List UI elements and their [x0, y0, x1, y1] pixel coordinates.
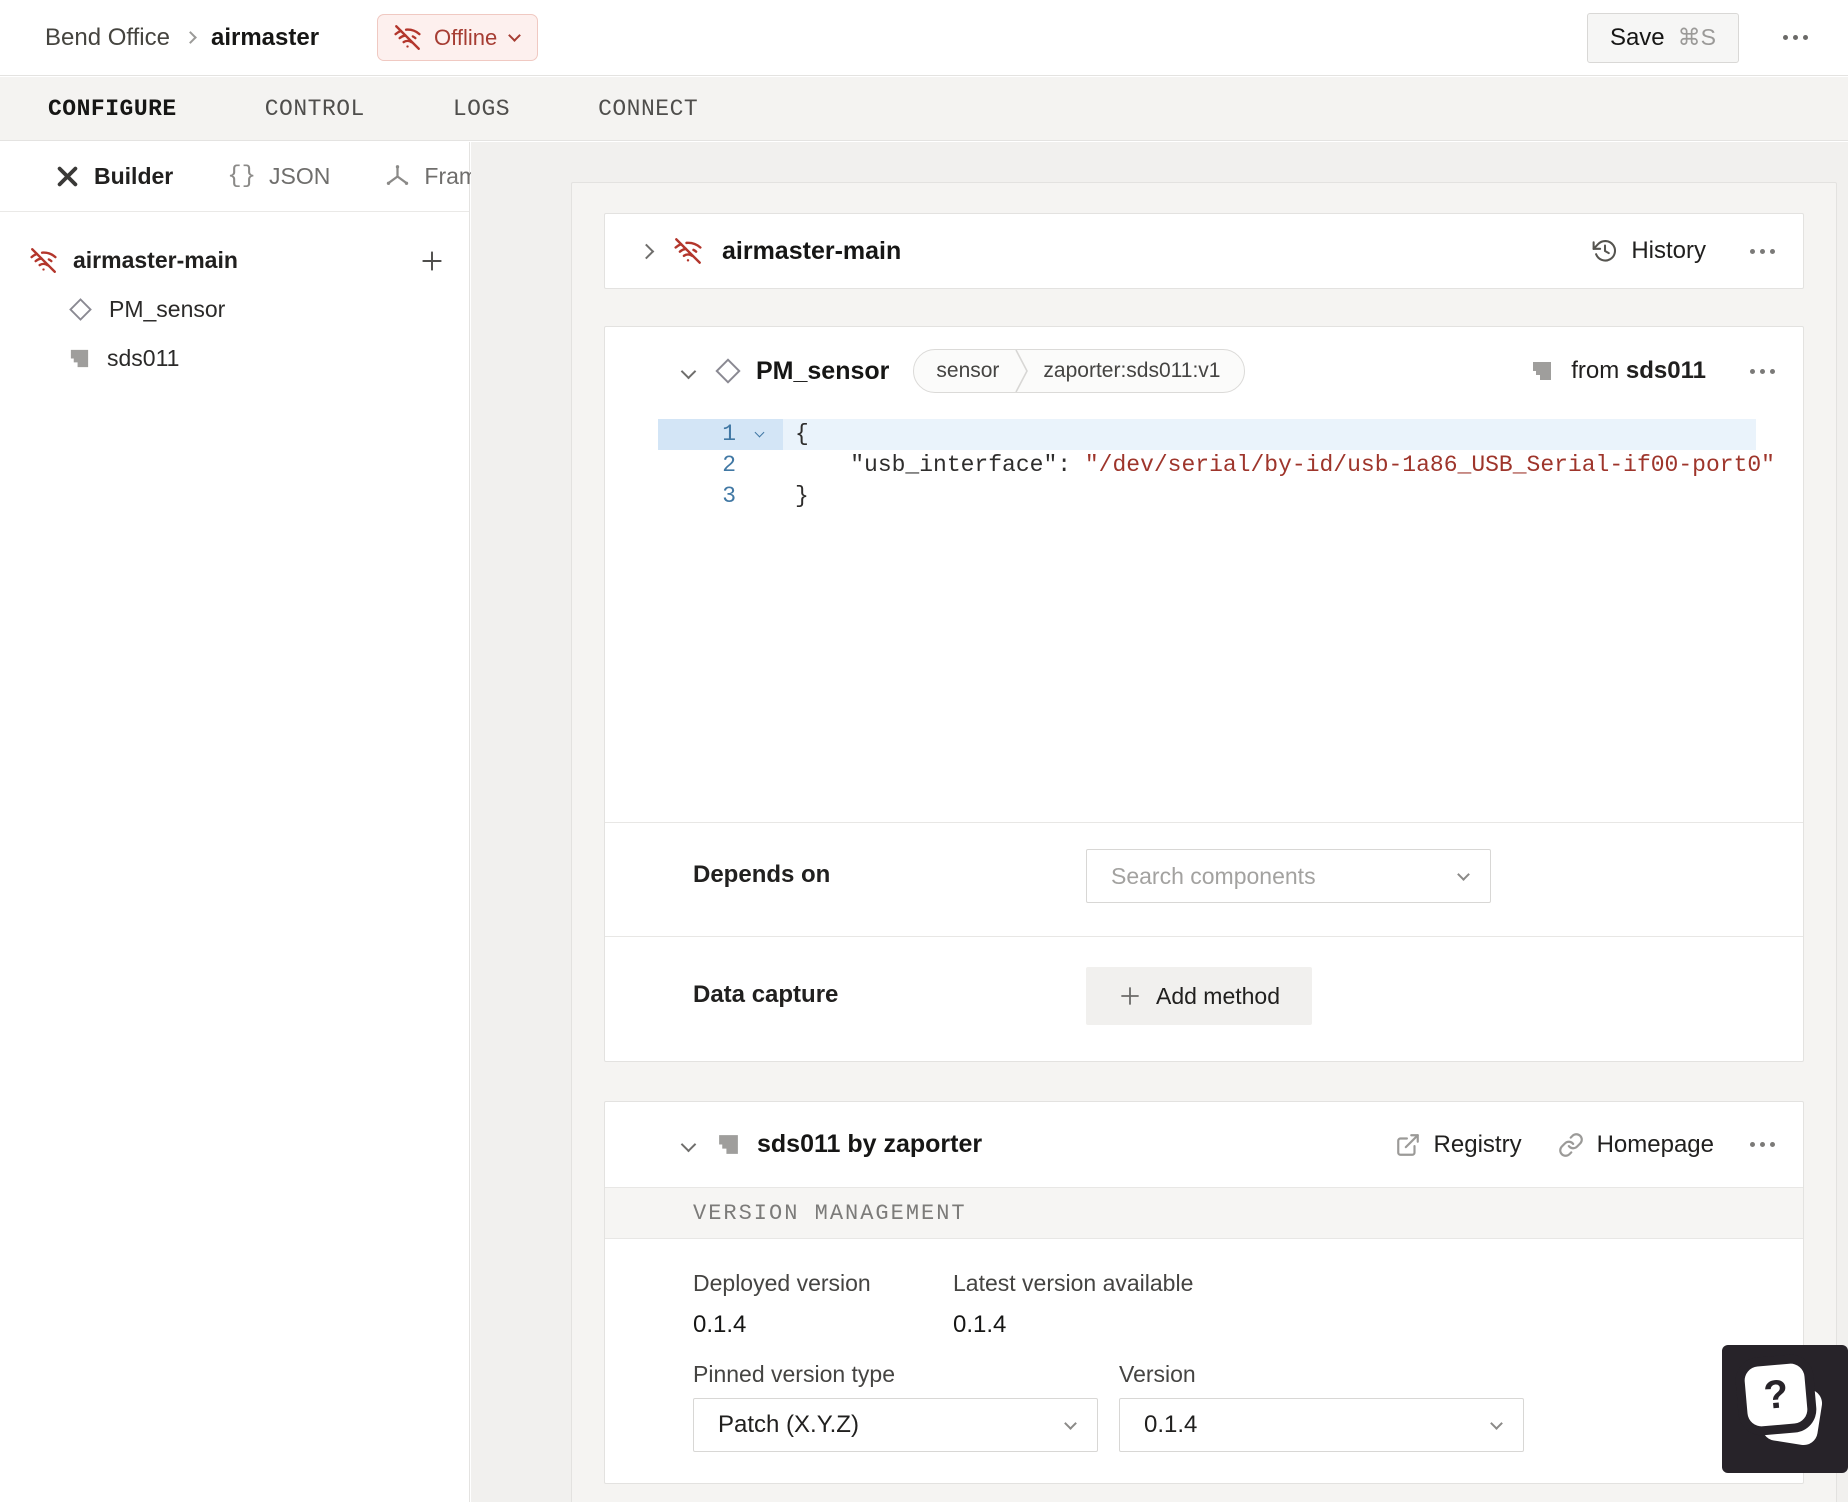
breadcrumb-separator-icon	[184, 29, 197, 47]
add-method-button[interactable]: Add method	[1086, 967, 1312, 1025]
code-line: 2 "usb_interface": "/dev/serial/by-id/us…	[658, 450, 1775, 481]
plus-icon	[1118, 984, 1142, 1008]
module-icon	[1530, 359, 1554, 383]
module-icon	[68, 347, 91, 370]
braces-icon: {}	[227, 163, 257, 190]
app-header: Bend Office airmaster Offline Save ⌘S	[0, 0, 1848, 76]
wifi-off-icon	[674, 237, 702, 265]
external-link-icon	[1395, 1132, 1421, 1158]
attributes-code-editor[interactable]: 1 { 2 "usb_interface": "/dev/serial/by-i…	[658, 419, 1775, 811]
tab-control[interactable]: CONTROL	[265, 96, 365, 122]
module-menu-button[interactable]	[1750, 1142, 1775, 1147]
module-icon	[716, 1132, 741, 1157]
component-diamond-icon	[68, 297, 93, 322]
view-builder[interactable]: Builder	[54, 163, 173, 190]
registry-link[interactable]: Registry	[1395, 1131, 1522, 1159]
module-title: sds011 by zaporter	[757, 1130, 983, 1158]
chevron-down-icon	[1490, 1416, 1503, 1430]
deployed-version-label: Deployed version	[693, 1270, 871, 1296]
tab-connect[interactable]: CONNECT	[598, 96, 698, 122]
component-diamond-icon	[714, 357, 742, 385]
badge-divider-icon	[1015, 350, 1029, 392]
chevron-down-icon	[508, 29, 522, 42]
depends-on-select[interactable]: Search components	[1086, 849, 1491, 903]
main-tab-bar: CONFIGURE CONTROL LOGS CONNECT	[0, 77, 1848, 141]
help-button[interactable]: ?	[1722, 1345, 1848, 1473]
line-number: 3	[722, 483, 736, 509]
machine-status-dropdown[interactable]: Offline	[377, 14, 539, 61]
chevron-down-icon	[1457, 867, 1470, 881]
depends-on-placeholder: Search components	[1111, 862, 1316, 889]
breadcrumb-location[interactable]: Bend Office	[45, 24, 170, 52]
part-menu-button[interactable]	[1750, 248, 1775, 254]
wifi-off-icon	[394, 24, 421, 51]
chevron-down-icon	[1064, 1416, 1077, 1430]
tab-configure[interactable]: CONFIGURE	[48, 96, 177, 122]
part-title: airmaster-main	[722, 236, 902, 265]
pinned-version-type-select[interactable]: Patch (X.Y.Z)	[693, 1398, 1098, 1452]
frame-axes-icon	[384, 163, 411, 190]
tree-item-airmaster-main[interactable]: airmaster-main	[0, 236, 469, 285]
collapse-chevron-icon[interactable]	[680, 363, 697, 379]
history-icon	[1592, 238, 1618, 264]
history-button[interactable]: History	[1592, 237, 1706, 265]
main-panel: airmaster-main History PM_sensor sensor …	[471, 142, 1848, 1502]
part-container: airmaster-main History PM_sensor sensor …	[571, 182, 1837, 1502]
config-sidebar: Builder {} JSON Frame airmaster-main PM_…	[0, 142, 491, 1502]
version-label: Version	[1119, 1361, 1196, 1387]
wifi-off-icon	[30, 247, 57, 274]
collapse-chevron-icon[interactable]	[638, 243, 655, 259]
tree-item-pm-sensor[interactable]: PM_sensor	[0, 285, 469, 334]
version-management-header: VERSION MANAGEMENT	[605, 1187, 1803, 1239]
help-question-icon: ?	[1743, 1362, 1809, 1428]
tab-logs[interactable]: LOGS	[453, 96, 510, 122]
view-json[interactable]: {} JSON	[227, 163, 330, 190]
depends-on-label: Depends on	[693, 861, 831, 888]
link-icon	[1558, 1132, 1584, 1158]
fold-chevron-icon[interactable]	[736, 419, 783, 450]
save-shortcut: ⌘S	[1677, 24, 1716, 50]
collapse-chevron-icon[interactable]	[680, 1136, 697, 1153]
data-capture-section: Data capture Add method	[605, 936, 1803, 1063]
component-card-header: PM_sensor sensor zaporter:sds011:v1 from…	[605, 327, 1803, 415]
version-select[interactable]: 0.1.4	[1119, 1398, 1524, 1452]
data-capture-label: Data capture	[693, 981, 839, 1008]
tree-item-sds011[interactable]: sds011	[0, 334, 469, 383]
add-component-button[interactable]	[419, 248, 445, 274]
header-menu-button[interactable]	[1783, 35, 1808, 40]
code-line: 3 }	[658, 481, 1756, 512]
component-type-badge: sensor zaporter:sds011:v1	[913, 349, 1246, 393]
component-menu-button[interactable]	[1750, 368, 1775, 374]
tools-icon	[54, 163, 81, 190]
depends-on-section: Depends on Search components	[605, 822, 1803, 936]
module-card-sds011: sds011 by zaporter Registry Homepage VER…	[604, 1101, 1804, 1484]
pinned-version-type-label: Pinned version type	[693, 1361, 896, 1387]
deployed-version-value: 0.1.4	[693, 1311, 747, 1338]
save-button[interactable]: Save ⌘S	[1586, 12, 1739, 63]
homepage-link[interactable]: Homepage	[1558, 1131, 1714, 1159]
code-line: 1 {	[658, 419, 1756, 450]
latest-version-label: Latest version available	[953, 1270, 1194, 1296]
latest-version-value: 0.1.4	[953, 1311, 1007, 1338]
breadcrumb-machine: airmaster	[210, 23, 320, 51]
status-badge: Offline	[434, 24, 498, 50]
model-badge: zaporter:sds011:v1	[1043, 359, 1221, 382]
from-module-link[interactable]: from sds011	[1530, 357, 1706, 385]
component-title: PM_sensor	[756, 356, 890, 385]
line-number: 2	[722, 452, 736, 478]
part-card-airmaster-main: airmaster-main History	[604, 213, 1804, 289]
machine-tree: airmaster-main PM_sensor sds011	[0, 212, 469, 383]
module-card-header: sds011 by zaporter Registry Homepage	[605, 1102, 1803, 1187]
type-badge: sensor	[936, 359, 1000, 382]
version-management-content: Deployed version Latest version availabl…	[605, 1239, 1803, 1452]
line-number: 1	[722, 421, 736, 447]
view-switcher: Builder {} JSON Frame	[0, 142, 491, 212]
component-card-pm-sensor: PM_sensor sensor zaporter:sds011:v1 from…	[604, 326, 1804, 1062]
from-module-name: sds011	[1625, 357, 1706, 384]
